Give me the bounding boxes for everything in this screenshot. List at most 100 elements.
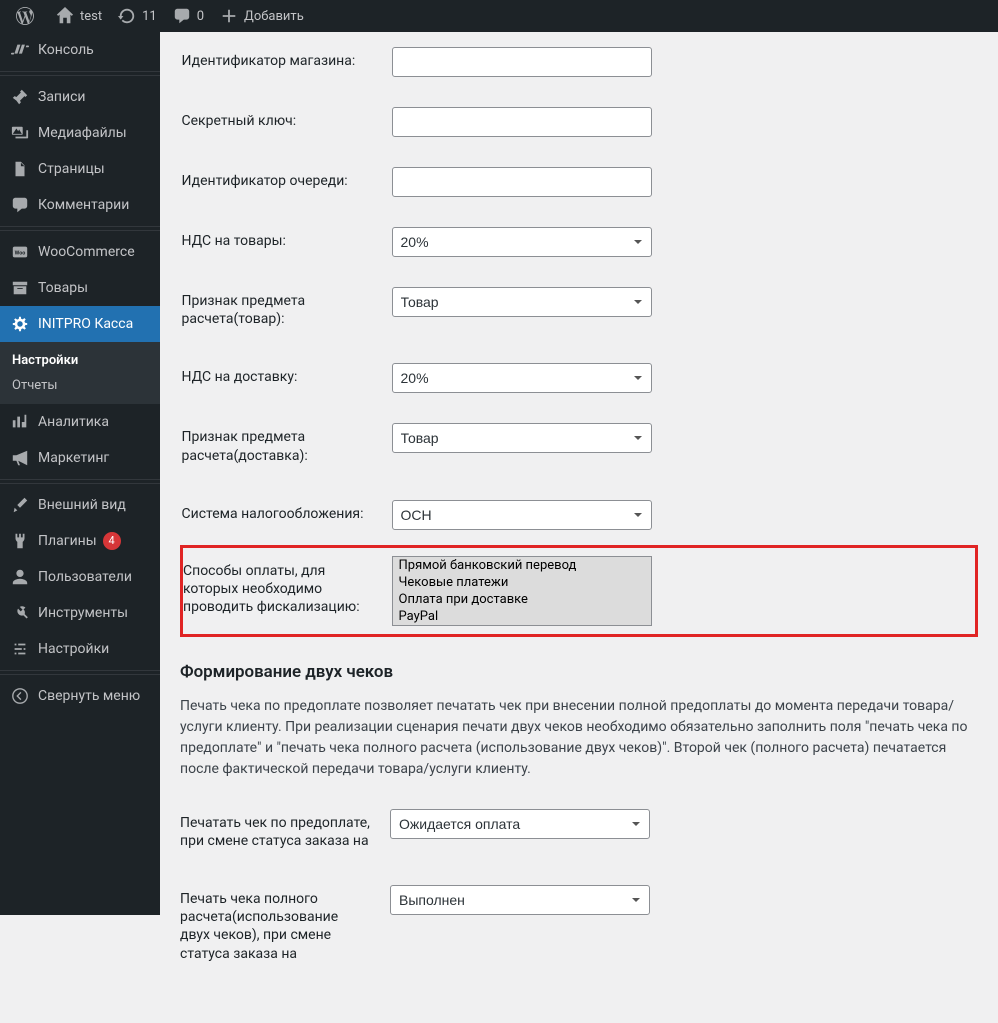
sidebar-item-products[interactable]: Товары — [0, 270, 160, 306]
adminbar-site-name[interactable]: test — [48, 0, 110, 32]
sidebar-subitem-reports[interactable]: Отчеты — [0, 373, 160, 398]
refresh-icon — [118, 7, 136, 25]
two-checks-description: Печать чека по предоплате позволяет печа… — [180, 696, 978, 780]
sidebar-item-label: Свернуть меню — [38, 688, 140, 704]
adminbar-comments[interactable]: 0 — [165, 0, 212, 32]
brush-icon — [10, 495, 30, 515]
sidebar-subitem-settings[interactable]: Настройки — [0, 348, 160, 373]
plug-icon — [10, 531, 30, 551]
chat-icon — [10, 195, 30, 215]
wordpress-logo-icon — [16, 7, 34, 25]
row-subject-goods: Признак предмета расчета(товар): Товар — [182, 272, 977, 348]
media-icon — [10, 123, 30, 143]
secret-key-input[interactable] — [392, 107, 652, 137]
bar-chart-icon — [10, 412, 30, 432]
row-subject-delivery: Признак предмета расчета(доставка): Това… — [182, 408, 977, 484]
sidebar-item-label: WooCommerce — [38, 244, 135, 260]
adminbar-add-new[interactable]: Добавить — [212, 0, 312, 32]
two-checks-heading: Формирование двух чеков — [180, 662, 978, 682]
vat-goods-label: НДС на товары: — [182, 212, 382, 272]
payment-method-option[interactable]: Прямой банковский перевод — [393, 557, 651, 574]
subject-goods-label: Признак предмета расчета(товар): — [182, 272, 382, 348]
secret-key-label: Секретный ключ: — [182, 92, 382, 152]
collapse-icon — [10, 686, 30, 706]
dashboard-icon — [10, 40, 30, 60]
subject-delivery-label: Признак предмета расчета(доставка): — [182, 408, 382, 484]
shop-id-input[interactable] — [392, 47, 652, 77]
sidebar-item-label: Внешний вид — [38, 497, 126, 513]
admin-bar: test 11 0 Добавить — [0, 0, 998, 32]
sidebar-item-collapse[interactable]: Свернуть меню — [0, 678, 160, 714]
archive-icon — [10, 278, 30, 298]
sidebar-item-label: Настройки — [38, 641, 109, 657]
payment-method-option[interactable]: PayPal — [393, 608, 651, 625]
sidebar-item-label: Комментарии — [38, 197, 129, 213]
adminbar-updates[interactable]: 11 — [110, 0, 165, 32]
user-icon — [10, 567, 30, 587]
adminbar-add-new-label: Добавить — [244, 9, 304, 24]
admin-sidebar: Консоль Записи Медиафайлы Страницы Комме… — [0, 32, 160, 915]
main-content: Идентификатор магазина: Секретный ключ: … — [160, 32, 998, 1023]
sidebar-item-appearance[interactable]: Внешний вид — [0, 487, 160, 523]
sidebar-item-woocommerce[interactable]: Woo WooCommerce — [0, 234, 160, 270]
row-shop-id: Идентификатор магазина: — [182, 32, 977, 92]
prepay-status-label: Печатать чек по предоплате, при смене ст… — [180, 794, 380, 870]
row-vat-goods: НДС на товары: 20% — [182, 212, 977, 272]
sidebar-item-label: Медиафайлы — [38, 125, 127, 141]
sidebar-item-label: Консоль — [38, 42, 94, 58]
payment-method-option[interactable]: Оплата при доставке — [393, 591, 651, 608]
vat-delivery-label: НДС на доставку: — [182, 348, 382, 408]
payment-method-option[interactable]: Чековые платежи — [393, 574, 651, 591]
page-icon — [10, 159, 30, 179]
full-status-select[interactable]: Выполнен — [390, 885, 650, 915]
sidebar-item-plugins[interactable]: Плагины 4 — [0, 523, 160, 559]
queue-id-label: Идентификатор очереди: — [182, 152, 382, 212]
home-icon — [56, 7, 74, 25]
subject-goods-select[interactable]: Товар — [392, 287, 652, 317]
subject-delivery-select[interactable]: Товар — [392, 423, 652, 453]
adminbar-site-label: test — [80, 9, 102, 24]
adminbar-updates-count: 11 — [142, 9, 157, 24]
pin-icon — [10, 87, 30, 107]
sidebar-item-label: Страницы — [38, 161, 105, 177]
gear-icon — [10, 314, 30, 334]
row-payment-methods: Способы оплаты, для которых необходимо п… — [182, 546, 977, 635]
sidebar-item-label: Маркетинг — [38, 450, 109, 466]
sidebar-item-posts[interactable]: Записи — [0, 79, 160, 115]
row-tax-system: Система налогообложения: ОСН — [182, 485, 977, 547]
queue-id-input[interactable] — [392, 167, 652, 197]
sidebar-item-label: INITPRO Касса — [38, 316, 133, 332]
sidebar-item-comments[interactable]: Комментарии — [0, 187, 160, 223]
payment-methods-label: Способы оплаты, для которых необходимо п… — [182, 546, 382, 635]
sidebar-item-label: Инструменты — [38, 605, 128, 621]
tax-system-label: Система налогообложения: — [182, 485, 382, 547]
sidebar-item-pages[interactable]: Страницы — [0, 151, 160, 187]
sidebar-item-label: Товары — [38, 280, 88, 296]
plus-icon — [220, 7, 238, 25]
tax-system-select[interactable]: ОСН — [392, 500, 652, 530]
vat-delivery-select[interactable]: 20% — [392, 363, 652, 393]
sidebar-item-label: Плагины — [38, 533, 97, 549]
prepay-status-select[interactable]: Ожидается оплата — [390, 809, 650, 839]
sidebar-item-marketing[interactable]: Маркетинг — [0, 440, 160, 476]
sidebar-item-analytics[interactable]: Аналитика — [0, 404, 160, 440]
sidebar-item-label: Аналитика — [38, 414, 109, 430]
sidebar-item-label: Пользователи — [38, 569, 132, 585]
row-full-status: Печать чека полного расчета(использовани… — [180, 870, 978, 983]
sidebar-item-settings[interactable]: Настройки — [0, 631, 160, 667]
sidebar-item-users[interactable]: Пользователи — [0, 559, 160, 595]
sidebar-item-media[interactable]: Медиафайлы — [0, 115, 160, 151]
vat-goods-select[interactable]: 20% — [392, 227, 652, 257]
adminbar-comments-count: 0 — [197, 9, 204, 24]
full-status-label: Печать чека полного расчета(использовани… — [180, 870, 380, 983]
comment-icon — [173, 7, 191, 25]
row-prepay-status: Печатать чек по предоплате, при смене ст… — [180, 794, 978, 870]
sidebar-item-dashboard[interactable]: Консоль — [0, 32, 160, 68]
row-secret-key: Секретный ключ: — [182, 92, 977, 152]
sidebar-submenu-initpro: Настройки Отчеты — [0, 342, 160, 404]
payment-methods-multiselect[interactable]: Прямой банковский перевод Чековые платеж… — [392, 556, 652, 626]
sidebar-item-tools[interactable]: Инструменты — [0, 595, 160, 631]
sidebar-item-initpro-kassa[interactable]: INITPRO Касса — [0, 306, 160, 342]
adminbar-wp-logo[interactable] — [8, 0, 48, 32]
shop-id-label: Идентификатор магазина: — [182, 32, 382, 92]
